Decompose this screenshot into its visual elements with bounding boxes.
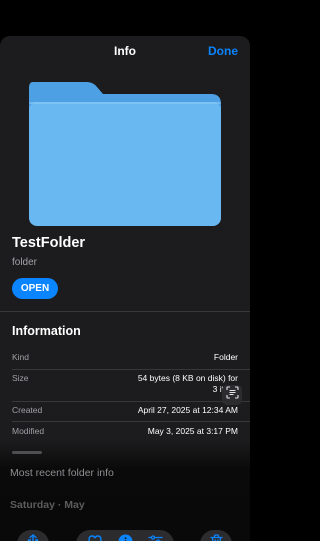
folder-icon bbox=[27, 78, 223, 228]
row-value: April 27, 2025 at 12:34 AM bbox=[137, 405, 238, 415]
faded-row-fragment bbox=[12, 447, 42, 457]
background-date-fragment: Saturday · May bbox=[10, 499, 85, 511]
info-sheet: Info Done TestFolder folder OPEN Informa… bbox=[0, 36, 250, 541]
recent-folder-info-label: Most recent folder info bbox=[10, 467, 114, 479]
text-scan-icon bbox=[225, 386, 239, 404]
item-name: TestFolder bbox=[12, 235, 86, 251]
trash-icon bbox=[209, 534, 223, 541]
row-divider bbox=[12, 401, 250, 402]
heart-icon bbox=[88, 535, 102, 541]
row-divider bbox=[12, 421, 250, 422]
row-label: Created bbox=[12, 405, 43, 415]
favorite-button[interactable] bbox=[80, 530, 110, 541]
row-value-line-1: 54 bytes (8 KB on disk) for bbox=[137, 373, 238, 383]
info-icon bbox=[118, 534, 133, 541]
row-label: Modified bbox=[12, 426, 45, 436]
adjust-button[interactable] bbox=[140, 530, 170, 541]
done-button[interactable]: Done bbox=[208, 44, 238, 58]
info-row-size: Size 54 bytes (8 KB on disk) for 3 it bbox=[12, 373, 238, 399]
section-divider bbox=[0, 311, 250, 312]
row-value: Folder bbox=[213, 352, 238, 362]
row-divider bbox=[12, 369, 250, 370]
info-row-created: Created April 27, 2025 at 12:34 AM bbox=[12, 405, 238, 427]
item-kind-subtitle: folder bbox=[12, 257, 38, 268]
action-pill bbox=[76, 530, 174, 541]
row-label: Size bbox=[12, 373, 29, 383]
info-button[interactable] bbox=[110, 530, 140, 541]
sliders-icon bbox=[147, 535, 163, 541]
live-text-button[interactable] bbox=[222, 385, 242, 405]
share-icon bbox=[26, 534, 40, 541]
row-value: May 3, 2025 at 3:17 PM bbox=[147, 426, 238, 436]
open-button[interactable]: OPEN bbox=[12, 278, 58, 299]
information-heading: Information bbox=[12, 324, 81, 338]
row-label: Kind bbox=[12, 352, 30, 362]
info-row-kind: Kind Folder bbox=[12, 352, 238, 374]
